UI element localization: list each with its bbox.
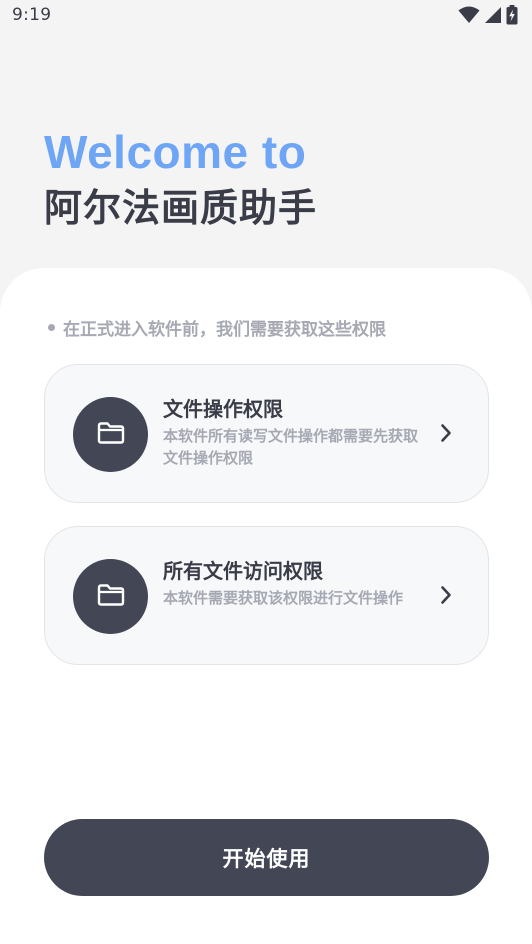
cell-signal-icon — [484, 6, 502, 24]
folder-icon — [96, 583, 126, 611]
permission-description: 本软件所有读写文件操作都需要先获取文件操作权限 — [163, 427, 419, 467]
all-files-access-permission-card[interactable]: 所有文件访问权限 本软件需要获取该权限进行文件操作 — [44, 526, 489, 665]
permission-title: 所有文件访问权限 — [163, 559, 323, 583]
file-operation-permission-card[interactable]: 文件操作权限 本软件所有读写文件操作都需要先获取文件操作权限 — [44, 364, 489, 503]
permission-description: 本软件需要获取该权限进行文件操作 — [163, 589, 404, 607]
permission-icon-circle — [73, 559, 148, 634]
permission-hint-text: 在正式进入软件前，我们需要获取这些权限 — [63, 320, 386, 340]
wifi-icon — [458, 6, 480, 24]
app-screen: 9:19 Welcome to 阿尔法画质助手 在正式进入软件前，我们需要获取这… — [0, 0, 532, 944]
permission-title: 文件操作权限 — [163, 397, 283, 421]
bullet-dot-icon — [48, 324, 55, 331]
folder-icon — [96, 421, 126, 449]
chevron-right-icon — [440, 423, 452, 447]
status-bar: 9:19 — [0, 0, 532, 30]
permission-text: 所有文件访问权限 本软件需要获取该权限进行文件操作 — [163, 557, 425, 609]
welcome-text: Welcome to — [44, 126, 307, 178]
status-icons — [458, 5, 518, 25]
status-time: 9:19 — [12, 5, 52, 25]
welcome-header: Welcome to 阿尔法画质助手 — [44, 126, 317, 234]
permission-text: 文件操作权限 本软件所有读写文件操作都需要先获取文件操作权限 — [163, 395, 425, 469]
permission-icon-circle — [73, 397, 148, 472]
app-name-title: 阿尔法画质助手 — [44, 186, 318, 230]
chevron-right-icon — [440, 585, 452, 609]
start-using-button[interactable]: 开始使用 — [44, 819, 489, 896]
battery-charging-icon — [506, 5, 518, 25]
permission-hint: 在正式进入软件前，我们需要获取这些权限 — [48, 315, 386, 340]
